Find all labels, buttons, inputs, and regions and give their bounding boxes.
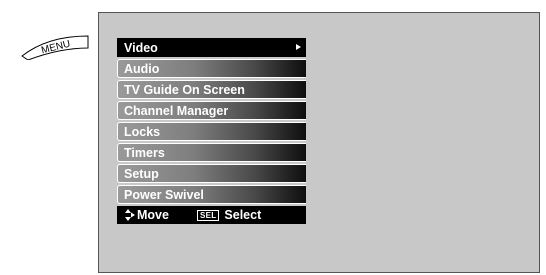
help-bar: Move SEL Select [117,206,306,224]
sel-key-icon: SEL [196,209,220,221]
menu-item-setup[interactable]: Setup [117,164,306,183]
menu-item-audio[interactable]: Audio [117,59,306,78]
up-down-arrow-icon [125,208,135,222]
menu-item-label: Timers [124,145,165,160]
menu-item-video[interactable]: Video [117,38,306,57]
menu-item-label: Setup [124,166,159,181]
menu-item-label: Audio [124,61,160,76]
main-menu: Video Audio TV Guide On Screen Channel M… [117,38,306,224]
menu-item-label: Video [124,40,158,55]
menu-item-timers[interactable]: Timers [117,143,306,162]
menu-button-label: MENU [40,39,71,57]
submenu-arrow-icon [296,44,301,50]
menu-item-locks[interactable]: Locks [117,122,306,141]
menu-item-power-swivel[interactable]: Power Swivel [117,185,306,204]
menu-item-channel-manager[interactable]: Channel Manager [117,101,306,120]
menu-item-tv-guide-on-screen[interactable]: TV Guide On Screen [117,80,306,99]
select-hint-label: Select [224,208,262,222]
menu-button-shape: MENU [21,35,89,60]
menu-item-label: Power Swivel [124,187,204,202]
menu-item-label: Channel Manager [124,103,229,118]
page: MENU Video Audio TV Guide On Screen Chan… [0,0,546,275]
menu-item-label: Locks [124,124,161,139]
menu-button-callout: MENU [20,34,90,60]
menu-item-label: TV Guide On Screen [124,82,245,97]
move-hint-label: Move [137,208,169,222]
